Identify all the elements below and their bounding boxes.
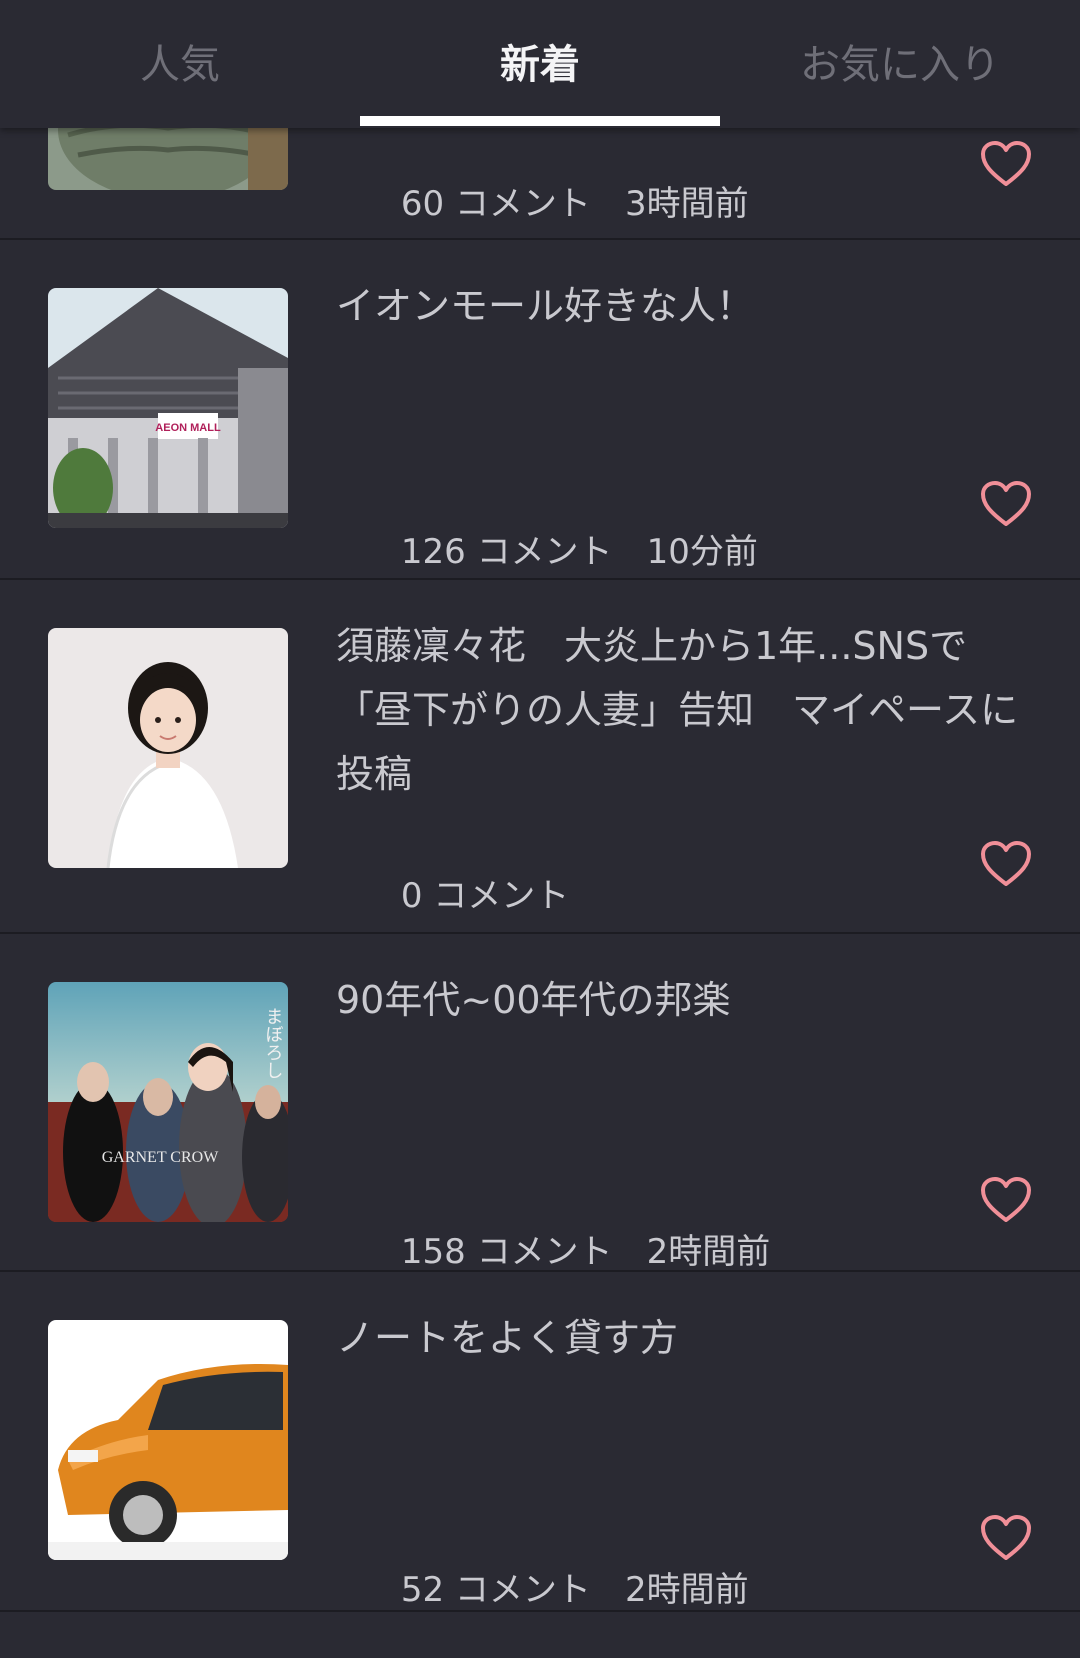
- album-cover-title: GARNET CROW: [102, 1149, 219, 1166]
- tab-bar: 人気 新着 お気に入り: [0, 0, 1080, 128]
- thumbnail-portrait: [48, 628, 288, 868]
- favorite-heart-icon[interactable]: [980, 480, 1032, 528]
- aeon-mall-logo: AEON MALL: [155, 422, 221, 434]
- post-time: 3時間前: [624, 184, 749, 224]
- favorite-heart-icon[interactable]: [980, 840, 1032, 888]
- favorite-heart-icon[interactable]: [980, 140, 1032, 188]
- post-time: 2時間前: [646, 1232, 771, 1272]
- favorite-heart-icon[interactable]: [980, 1176, 1032, 1224]
- album-cover-side-text: まぼろし: [263, 1007, 284, 1079]
- tab-favorites[interactable]: お気に入り: [720, 0, 1080, 128]
- tab-new[interactable]: 新着: [360, 0, 720, 128]
- tab-popular[interactable]: 人気: [0, 0, 360, 128]
- item-title[interactable]: 須藤凜々花 大炎上から1年...SNSで「昼下がりの人妻」告知 マイペースに投稿: [336, 614, 1026, 806]
- comment-count: 158 コメント: [400, 1232, 613, 1272]
- thumbnail-album-cover: GARNET CROW まぼろし: [48, 982, 288, 1222]
- list-item[interactable]: ノートをよく貸す方 52 コメント 2時間前: [0, 1272, 1080, 1612]
- post-time: 10分前: [646, 532, 758, 572]
- active-tab-indicator: [360, 116, 720, 126]
- thumbnail-car: [48, 1320, 288, 1560]
- list-item[interactable]: AEON MALL イオンモール好きな人！ 126 コメント 10分前: [0, 240, 1080, 580]
- item-title[interactable]: 90年代~00年代の邦楽: [336, 968, 1026, 1032]
- comment-count: 126 コメント: [400, 532, 613, 572]
- item-title[interactable]: ノートをよく貸す方: [336, 1306, 1026, 1370]
- comment-count: 60 コメント: [400, 184, 591, 224]
- thumbnail-aeon-mall: AEON MALL: [48, 288, 288, 528]
- post-time: 2時間前: [624, 1570, 749, 1610]
- favorite-heart-icon[interactable]: [980, 1514, 1032, 1562]
- item-title[interactable]: イオンモール好きな人！: [336, 274, 1026, 338]
- comment-count: 52 コメント: [400, 1570, 591, 1610]
- list-item[interactable]: GARNET CROW まぼろし 90年代~00年代の邦楽 158 コメント 2…: [0, 934, 1080, 1272]
- list-item[interactable]: 須藤凜々花 大炎上から1年...SNSで「昼下がりの人妻」告知 マイペースに投稿…: [0, 580, 1080, 934]
- comment-count: 0 コメント: [400, 876, 570, 916]
